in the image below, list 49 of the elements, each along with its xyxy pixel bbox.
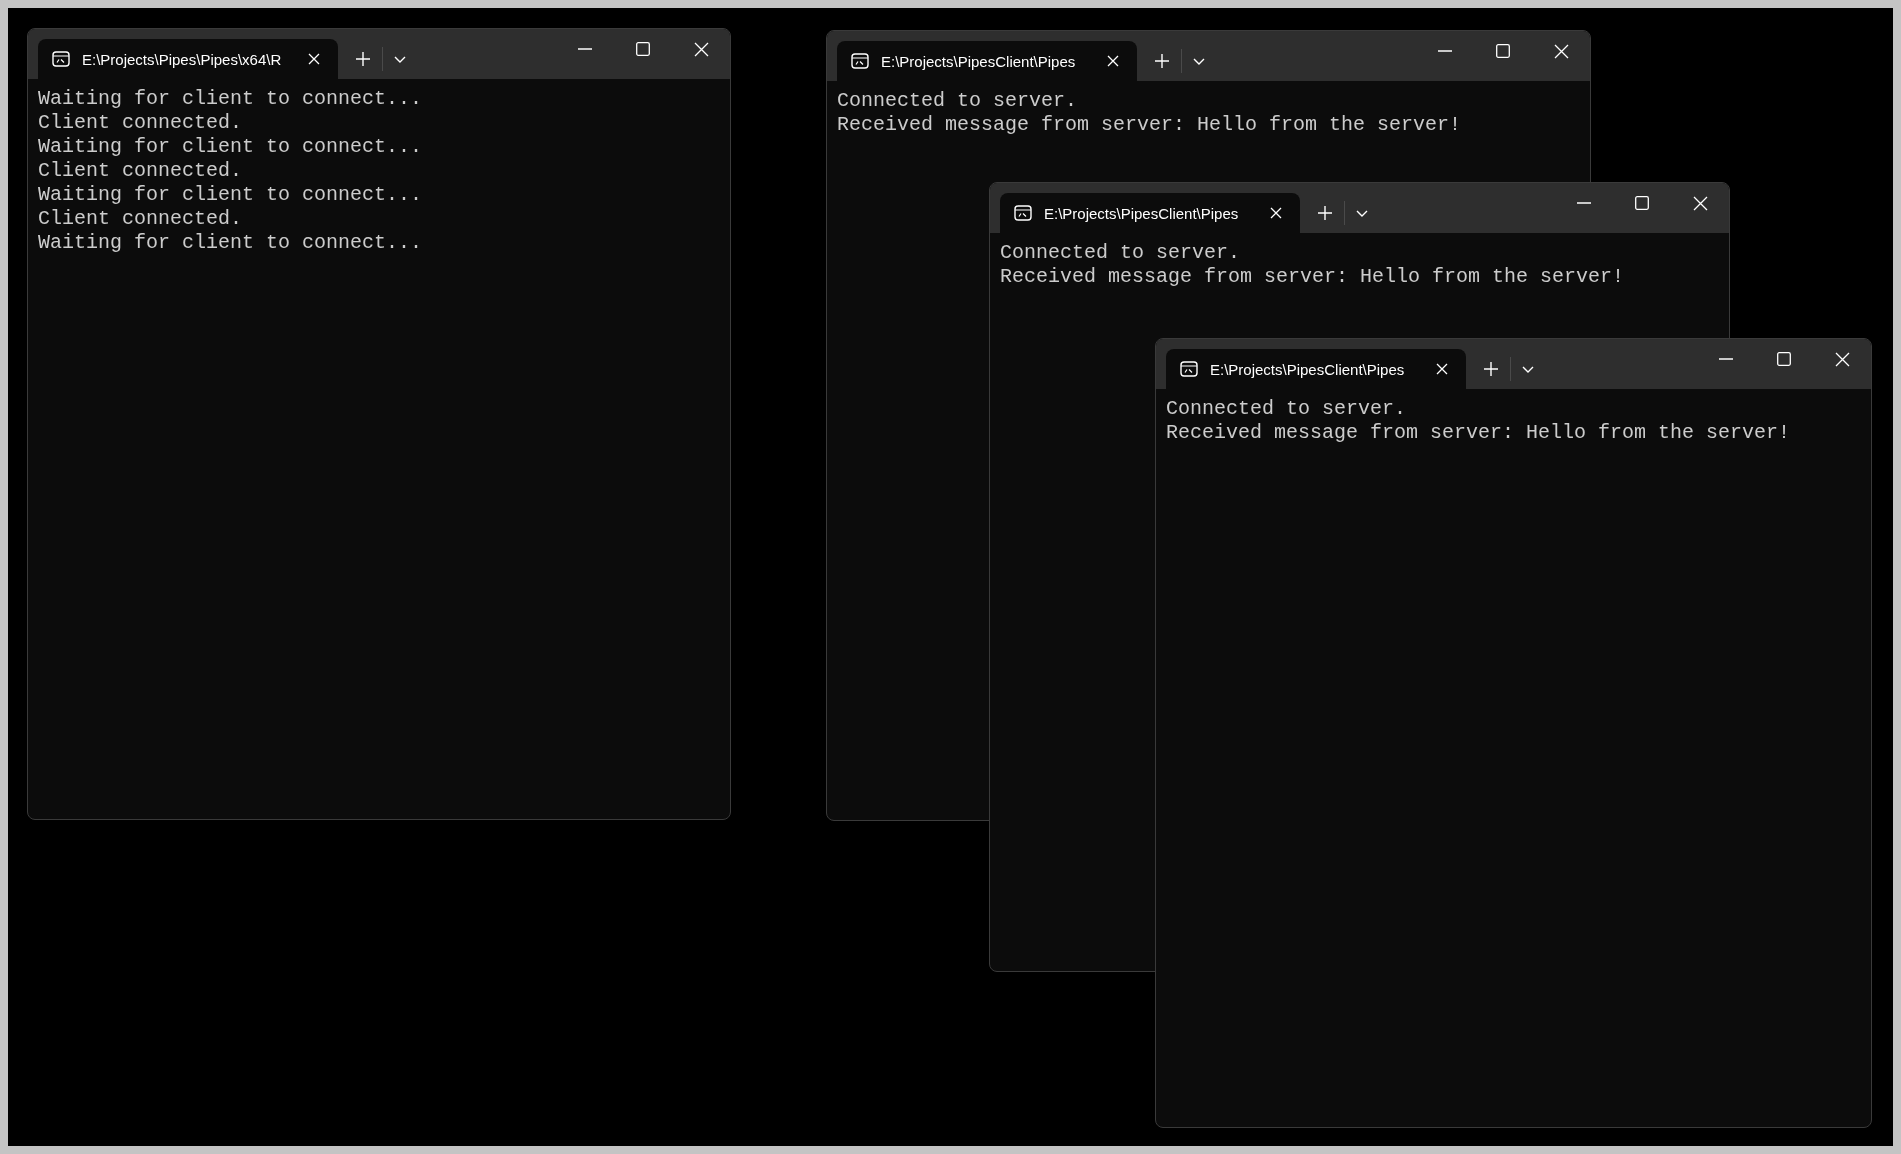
terminal-tab[interactable]: E:\Projects\Pipes\Pipes\x64\R [38,39,338,79]
terminal-tab[interactable]: E:\Projects\PipesClient\Pipes [1000,193,1300,233]
chevron-down-icon [1522,365,1534,373]
maximize-icon [1635,196,1649,210]
minimize-icon [1438,50,1452,52]
close-icon [1692,195,1708,211]
maximize-icon [1777,352,1791,366]
console-line: Connected to server. [1000,241,1241,265]
console-line: Received message from server: Hello from the server! [1166,421,1791,445]
console-line: Waiting for client to connect... [38,87,423,111]
console-line: Received message from server: Hello from the server! [837,113,1462,137]
chevron-down-icon [1356,209,1368,217]
terminal-icon [851,53,869,69]
minimize-icon [1577,202,1591,204]
close-icon [1436,363,1448,375]
close-icon [1834,351,1850,367]
terminal-icon [52,51,70,67]
console-line: Received message from server: Hello from the server! [1000,265,1625,289]
close-icon [308,53,320,65]
tab-title: E:\Projects\PipesClient\Pipes [1044,204,1240,222]
console-line: Client connected. [38,159,243,183]
maximize-icon [636,42,650,56]
terminal-tab[interactable]: E:\Projects\PipesClient\Pipes [1166,349,1466,389]
terminal-tab[interactable]: E:\Projects\PipesClient\Pipes [837,41,1137,81]
close-icon [1270,207,1282,219]
console-line: Client connected. [38,111,243,135]
close-icon [1107,55,1119,67]
chevron-down-icon [394,55,406,63]
console-line: Waiting for client to connect... [38,183,423,207]
plus-icon [1318,206,1332,220]
console-line: Client connected. [38,207,243,231]
console-line: Connected to server. [837,89,1078,113]
close-icon [1553,43,1569,59]
terminal-icon [1014,205,1032,221]
plus-icon [356,52,370,66]
tab-title: E:\Projects\PipesClient\Pipes [881,52,1077,70]
tab-title: E:\Projects\PipesClient\Pipes [1210,360,1406,378]
maximize-icon [1496,44,1510,58]
close-icon [693,41,709,57]
plus-icon [1155,54,1169,68]
console-line: Connected to server. [1166,397,1407,421]
console-line: Waiting for client to connect... [38,135,423,159]
console-line: Waiting for client to connect... [38,231,423,255]
minimize-icon [1719,358,1733,360]
plus-icon [1484,362,1498,376]
terminal-icon [1180,361,1198,377]
chevron-down-icon [1193,57,1205,65]
tab-title: E:\Projects\Pipes\Pipes\x64\R [82,50,283,68]
minimize-icon [578,48,592,50]
